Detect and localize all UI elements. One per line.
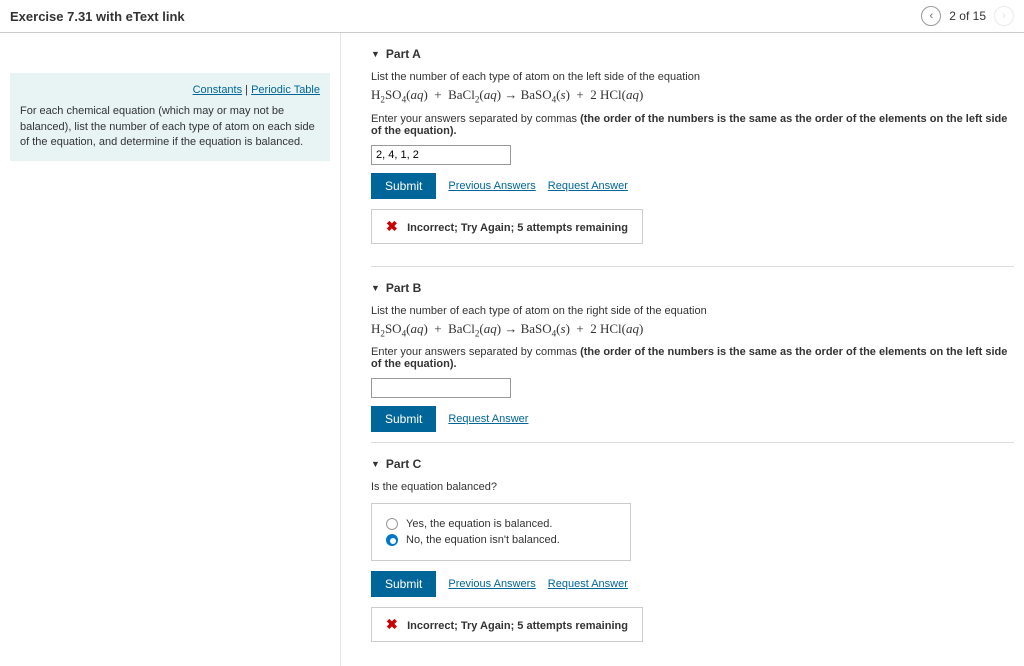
sidebar-instructions-box: Constants | Periodic Table For each chem… (10, 73, 330, 161)
progress-nav: ‹ 2 of 15 › (921, 6, 1014, 26)
part-c-submit-button[interactable]: Submit (371, 571, 436, 597)
caret-down-icon: ▼ (371, 459, 380, 469)
caret-down-icon: ▼ (371, 49, 380, 59)
part-a-instruction: Enter your answers separated by commas (… (371, 113, 1014, 137)
part-b-header[interactable]: ▼ Part B (371, 281, 1014, 295)
part-c-options: Yes, the equation is balanced. No, the e… (371, 503, 631, 561)
caret-down-icon: ▼ (371, 283, 380, 293)
radio-unselected-icon (386, 518, 398, 530)
periodic-table-link[interactable]: Periodic Table (251, 84, 320, 96)
part-c-feedback: ✖ Incorrect; Try Again; 5 attempts remai… (371, 607, 643, 642)
prev-button[interactable]: ‹ (921, 6, 941, 26)
part-a-submit-button[interactable]: Submit (371, 173, 436, 199)
incorrect-icon: ✖ (386, 218, 398, 234)
part-b-submit-button[interactable]: Submit (371, 406, 436, 432)
part-a-equation: H2SO4(aq) + BaCl2(aq) → BaSO4(s) + 2 HCl… (371, 87, 1014, 105)
part-c-prompt: Is the equation balanced? (371, 481, 1014, 493)
part-b-request-answer-link[interactable]: Request Answer (448, 413, 528, 425)
constants-link[interactable]: Constants (193, 84, 243, 96)
page-title: Exercise 7.31 with eText link (10, 9, 185, 24)
part-a-request-answer-link[interactable]: Request Answer (548, 180, 628, 192)
part-a-header[interactable]: ▼ Part A (371, 47, 1014, 61)
part-a-feedback: ✖ Incorrect; Try Again; 5 attempts remai… (371, 209, 643, 244)
radio-selected-icon (386, 534, 398, 546)
part-a-previous-answers-link[interactable]: Previous Answers (448, 180, 535, 192)
incorrect-icon: ✖ (386, 616, 398, 632)
next-button[interactable]: › (994, 6, 1014, 26)
progress-text: 2 of 15 (949, 9, 986, 23)
part-b-prompt: List the number of each type of atom on … (371, 305, 1014, 317)
part-b-answer-input[interactable] (371, 378, 511, 398)
part-b-equation: H2SO4(aq) + BaCl2(aq) → BaSO4(s) + 2 HCl… (371, 321, 1014, 339)
part-c-header[interactable]: ▼ Part C (371, 457, 1014, 471)
option-no[interactable]: No, the equation isn't balanced. (386, 534, 616, 546)
sidebar-instructions: For each chemical equation (which may or… (20, 104, 320, 150)
option-yes[interactable]: Yes, the equation is balanced. (386, 518, 616, 530)
part-b-instruction: Enter your answers separated by commas (… (371, 346, 1014, 370)
part-a-answer-input[interactable] (371, 145, 511, 165)
part-a-prompt: List the number of each type of atom on … (371, 71, 1014, 83)
